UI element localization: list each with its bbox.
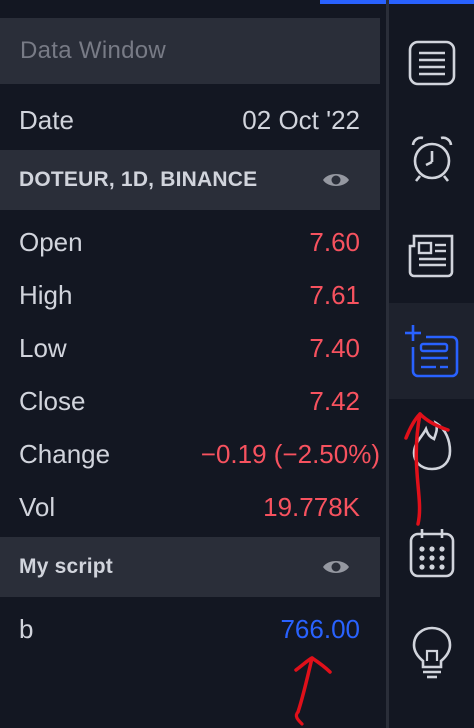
high-label: High [19,280,73,310]
eye-icon[interactable] [320,169,352,191]
calendar-button[interactable] [389,505,474,601]
open-label: Open [19,227,83,257]
close-row: Close 7.42 [0,375,380,428]
eye-icon[interactable] [320,556,352,578]
date-label: Date [19,104,74,135]
script-section-header[interactable]: My script [0,537,380,597]
alerts-button[interactable] [389,111,474,207]
date-value: 02 Oct '22 [242,104,360,135]
change-row: Change −0.19 (−2.50%) [0,428,380,481]
script-b-label: b [19,613,34,644]
volume-value: 19.778K [263,492,360,522]
open-row: Open 7.60 [0,216,380,269]
close-value: 7.42 [309,386,360,416]
low-label: Low [19,333,67,363]
watchlist-button[interactable] [389,15,474,111]
data-window-header: Data Window [0,18,380,84]
close-label: Close [19,386,86,416]
data-window-icon [404,325,458,378]
open-value: 7.60 [309,227,360,257]
script-b-value: 766.00 [280,613,360,644]
change-value: −0.19 (−2.50%) [200,439,380,469]
low-value: 7.40 [309,333,360,363]
volume-row: Vol 19.778K [0,481,380,534]
ideas-button[interactable] [389,605,474,701]
data-window-button[interactable] [389,303,474,399]
symbol-section-header[interactable]: DOTEUR, 1D, BINANCE [0,150,380,210]
high-row: High 7.61 [0,269,380,322]
hotlists-button[interactable] [389,399,474,495]
news-button[interactable] [389,207,474,303]
hotlist-flame-icon [412,420,451,471]
script-section-title: My script [19,555,113,578]
active-tab-indicator [320,0,474,4]
low-row: Low 7.40 [0,322,380,375]
date-row: Date 02 Oct '22 [0,93,380,147]
alarm-clock-icon [411,136,452,182]
panel-title: Data Window [20,37,167,64]
right-sidebar [389,5,474,728]
symbol-section-title: DOTEUR, 1D, BINANCE [19,168,258,191]
calendar-icon [409,529,454,578]
script-b-row: b 766.00 [0,602,380,656]
news-icon [408,234,453,278]
ideas-lightbulb-icon [412,626,451,679]
watchlist-icon [408,40,455,86]
high-value: 7.61 [309,280,360,310]
change-label: Change [19,439,111,469]
volume-label: Vol [19,492,56,522]
data-window-panel: Data Window Date 02 Oct '22 DOTEUR, 1D, … [0,5,382,728]
